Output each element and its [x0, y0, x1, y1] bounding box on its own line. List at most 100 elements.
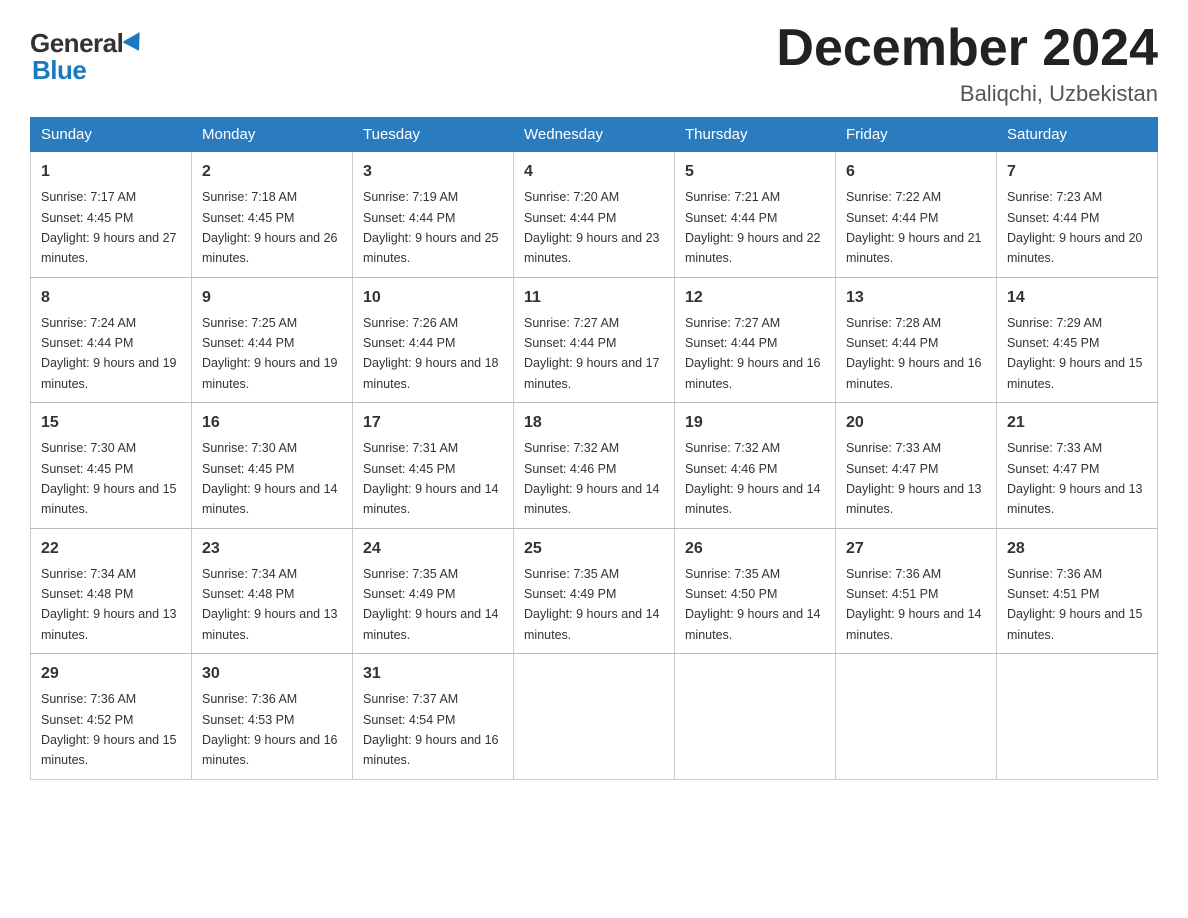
calendar-cell: 17 Sunrise: 7:31 AMSunset: 4:45 PMDaylig… — [353, 403, 514, 529]
calendar-cell: 24 Sunrise: 7:35 AMSunset: 4:49 PMDaylig… — [353, 528, 514, 654]
day-info: Sunrise: 7:25 AMSunset: 4:44 PMDaylight:… — [202, 316, 338, 391]
header-thursday: Thursday — [675, 118, 836, 152]
calendar-cell: 20 Sunrise: 7:33 AMSunset: 4:47 PMDaylig… — [836, 403, 997, 529]
day-info: Sunrise: 7:35 AMSunset: 4:49 PMDaylight:… — [363, 567, 499, 642]
calendar-cell: 8 Sunrise: 7:24 AMSunset: 4:44 PMDayligh… — [31, 277, 192, 403]
week-row-3: 15 Sunrise: 7:30 AMSunset: 4:45 PMDaylig… — [31, 403, 1158, 529]
day-number: 22 — [41, 537, 181, 561]
header-tuesday: Tuesday — [353, 118, 514, 152]
day-info: Sunrise: 7:33 AMSunset: 4:47 PMDaylight:… — [1007, 441, 1143, 516]
day-info: Sunrise: 7:22 AMSunset: 4:44 PMDaylight:… — [846, 190, 982, 265]
day-info: Sunrise: 7:19 AMSunset: 4:44 PMDaylight:… — [363, 190, 499, 265]
day-info: Sunrise: 7:34 AMSunset: 4:48 PMDaylight:… — [202, 567, 338, 642]
day-info: Sunrise: 7:30 AMSunset: 4:45 PMDaylight:… — [41, 441, 177, 516]
day-number: 5 — [685, 160, 825, 184]
day-info: Sunrise: 7:31 AMSunset: 4:45 PMDaylight:… — [363, 441, 499, 516]
day-info: Sunrise: 7:36 AMSunset: 4:51 PMDaylight:… — [846, 567, 982, 642]
day-info: Sunrise: 7:23 AMSunset: 4:44 PMDaylight:… — [1007, 190, 1143, 265]
calendar-cell: 18 Sunrise: 7:32 AMSunset: 4:46 PMDaylig… — [514, 403, 675, 529]
month-title: December 2024 — [776, 20, 1158, 77]
calendar-cell: 10 Sunrise: 7:26 AMSunset: 4:44 PMDaylig… — [353, 277, 514, 403]
calendar-cell: 15 Sunrise: 7:30 AMSunset: 4:45 PMDaylig… — [31, 403, 192, 529]
day-number: 14 — [1007, 286, 1147, 310]
day-info: Sunrise: 7:27 AMSunset: 4:44 PMDaylight:… — [685, 316, 821, 391]
day-info: Sunrise: 7:18 AMSunset: 4:45 PMDaylight:… — [202, 190, 338, 265]
day-number: 21 — [1007, 411, 1147, 435]
week-row-5: 29 Sunrise: 7:36 AMSunset: 4:52 PMDaylig… — [31, 654, 1158, 780]
header-friday: Friday — [836, 118, 997, 152]
calendar-cell — [675, 654, 836, 780]
day-number: 4 — [524, 160, 664, 184]
week-row-4: 22 Sunrise: 7:34 AMSunset: 4:48 PMDaylig… — [31, 528, 1158, 654]
day-number: 8 — [41, 286, 181, 310]
calendar-cell: 31 Sunrise: 7:37 AMSunset: 4:54 PMDaylig… — [353, 654, 514, 780]
day-number: 28 — [1007, 537, 1147, 561]
day-info: Sunrise: 7:36 AMSunset: 4:52 PMDaylight:… — [41, 692, 177, 767]
day-number: 12 — [685, 286, 825, 310]
header-wednesday: Wednesday — [514, 118, 675, 152]
header-saturday: Saturday — [997, 118, 1158, 152]
day-number: 3 — [363, 160, 503, 184]
day-number: 23 — [202, 537, 342, 561]
day-info: Sunrise: 7:32 AMSunset: 4:46 PMDaylight:… — [524, 441, 660, 516]
calendar-cell: 14 Sunrise: 7:29 AMSunset: 4:45 PMDaylig… — [997, 277, 1158, 403]
day-number: 17 — [363, 411, 503, 435]
day-info: Sunrise: 7:26 AMSunset: 4:44 PMDaylight:… — [363, 316, 499, 391]
day-number: 15 — [41, 411, 181, 435]
day-info: Sunrise: 7:33 AMSunset: 4:47 PMDaylight:… — [846, 441, 982, 516]
day-number: 19 — [685, 411, 825, 435]
calendar-cell: 23 Sunrise: 7:34 AMSunset: 4:48 PMDaylig… — [192, 528, 353, 654]
day-info: Sunrise: 7:17 AMSunset: 4:45 PMDaylight:… — [41, 190, 177, 265]
calendar-cell: 5 Sunrise: 7:21 AMSunset: 4:44 PMDayligh… — [675, 152, 836, 278]
day-info: Sunrise: 7:24 AMSunset: 4:44 PMDaylight:… — [41, 316, 177, 391]
day-info: Sunrise: 7:28 AMSunset: 4:44 PMDaylight:… — [846, 316, 982, 391]
calendar-cell: 25 Sunrise: 7:35 AMSunset: 4:49 PMDaylig… — [514, 528, 675, 654]
day-number: 1 — [41, 160, 181, 184]
calendar-cell: 16 Sunrise: 7:30 AMSunset: 4:45 PMDaylig… — [192, 403, 353, 529]
location-subtitle: Baliqchi, Uzbekistan — [776, 81, 1158, 107]
day-info: Sunrise: 7:29 AMSunset: 4:45 PMDaylight:… — [1007, 316, 1143, 391]
calendar-cell: 12 Sunrise: 7:27 AMSunset: 4:44 PMDaylig… — [675, 277, 836, 403]
day-info: Sunrise: 7:32 AMSunset: 4:46 PMDaylight:… — [685, 441, 821, 516]
calendar-cell: 28 Sunrise: 7:36 AMSunset: 4:51 PMDaylig… — [997, 528, 1158, 654]
calendar-cell: 9 Sunrise: 7:25 AMSunset: 4:44 PMDayligh… — [192, 277, 353, 403]
title-block: December 2024 Baliqchi, Uzbekistan — [776, 20, 1158, 107]
day-number: 20 — [846, 411, 986, 435]
day-info: Sunrise: 7:21 AMSunset: 4:44 PMDaylight:… — [685, 190, 821, 265]
day-info: Sunrise: 7:34 AMSunset: 4:48 PMDaylight:… — [41, 567, 177, 642]
day-info: Sunrise: 7:35 AMSunset: 4:49 PMDaylight:… — [524, 567, 660, 642]
calendar-cell: 29 Sunrise: 7:36 AMSunset: 4:52 PMDaylig… — [31, 654, 192, 780]
day-number: 24 — [363, 537, 503, 561]
day-number: 6 — [846, 160, 986, 184]
day-number: 18 — [524, 411, 664, 435]
day-info: Sunrise: 7:20 AMSunset: 4:44 PMDaylight:… — [524, 190, 660, 265]
day-number: 7 — [1007, 160, 1147, 184]
day-number: 30 — [202, 662, 342, 686]
calendar-cell: 26 Sunrise: 7:35 AMSunset: 4:50 PMDaylig… — [675, 528, 836, 654]
day-number: 25 — [524, 537, 664, 561]
day-info: Sunrise: 7:30 AMSunset: 4:45 PMDaylight:… — [202, 441, 338, 516]
calendar-cell: 13 Sunrise: 7:28 AMSunset: 4:44 PMDaylig… — [836, 277, 997, 403]
day-number: 26 — [685, 537, 825, 561]
calendar-cell: 2 Sunrise: 7:18 AMSunset: 4:45 PMDayligh… — [192, 152, 353, 278]
calendar-cell — [997, 654, 1158, 780]
header-monday: Monday — [192, 118, 353, 152]
calendar-cell: 6 Sunrise: 7:22 AMSunset: 4:44 PMDayligh… — [836, 152, 997, 278]
day-info: Sunrise: 7:37 AMSunset: 4:54 PMDaylight:… — [363, 692, 499, 767]
page-header: General Blue December 2024 Baliqchi, Uzb… — [30, 20, 1158, 107]
calendar-cell: 27 Sunrise: 7:36 AMSunset: 4:51 PMDaylig… — [836, 528, 997, 654]
logo-blue-text: Blue — [32, 55, 86, 86]
day-number: 10 — [363, 286, 503, 310]
calendar-cell: 21 Sunrise: 7:33 AMSunset: 4:47 PMDaylig… — [997, 403, 1158, 529]
header-sunday: Sunday — [31, 118, 192, 152]
week-row-1: 1 Sunrise: 7:17 AMSunset: 4:45 PMDayligh… — [31, 152, 1158, 278]
week-row-2: 8 Sunrise: 7:24 AMSunset: 4:44 PMDayligh… — [31, 277, 1158, 403]
calendar-cell: 30 Sunrise: 7:36 AMSunset: 4:53 PMDaylig… — [192, 654, 353, 780]
logo-triangle-icon — [123, 32, 148, 56]
calendar-cell: 4 Sunrise: 7:20 AMSunset: 4:44 PMDayligh… — [514, 152, 675, 278]
day-number: 13 — [846, 286, 986, 310]
logo: General Blue — [30, 20, 145, 86]
weekday-header-row: Sunday Monday Tuesday Wednesday Thursday… — [31, 118, 1158, 152]
day-number: 29 — [41, 662, 181, 686]
day-number: 16 — [202, 411, 342, 435]
